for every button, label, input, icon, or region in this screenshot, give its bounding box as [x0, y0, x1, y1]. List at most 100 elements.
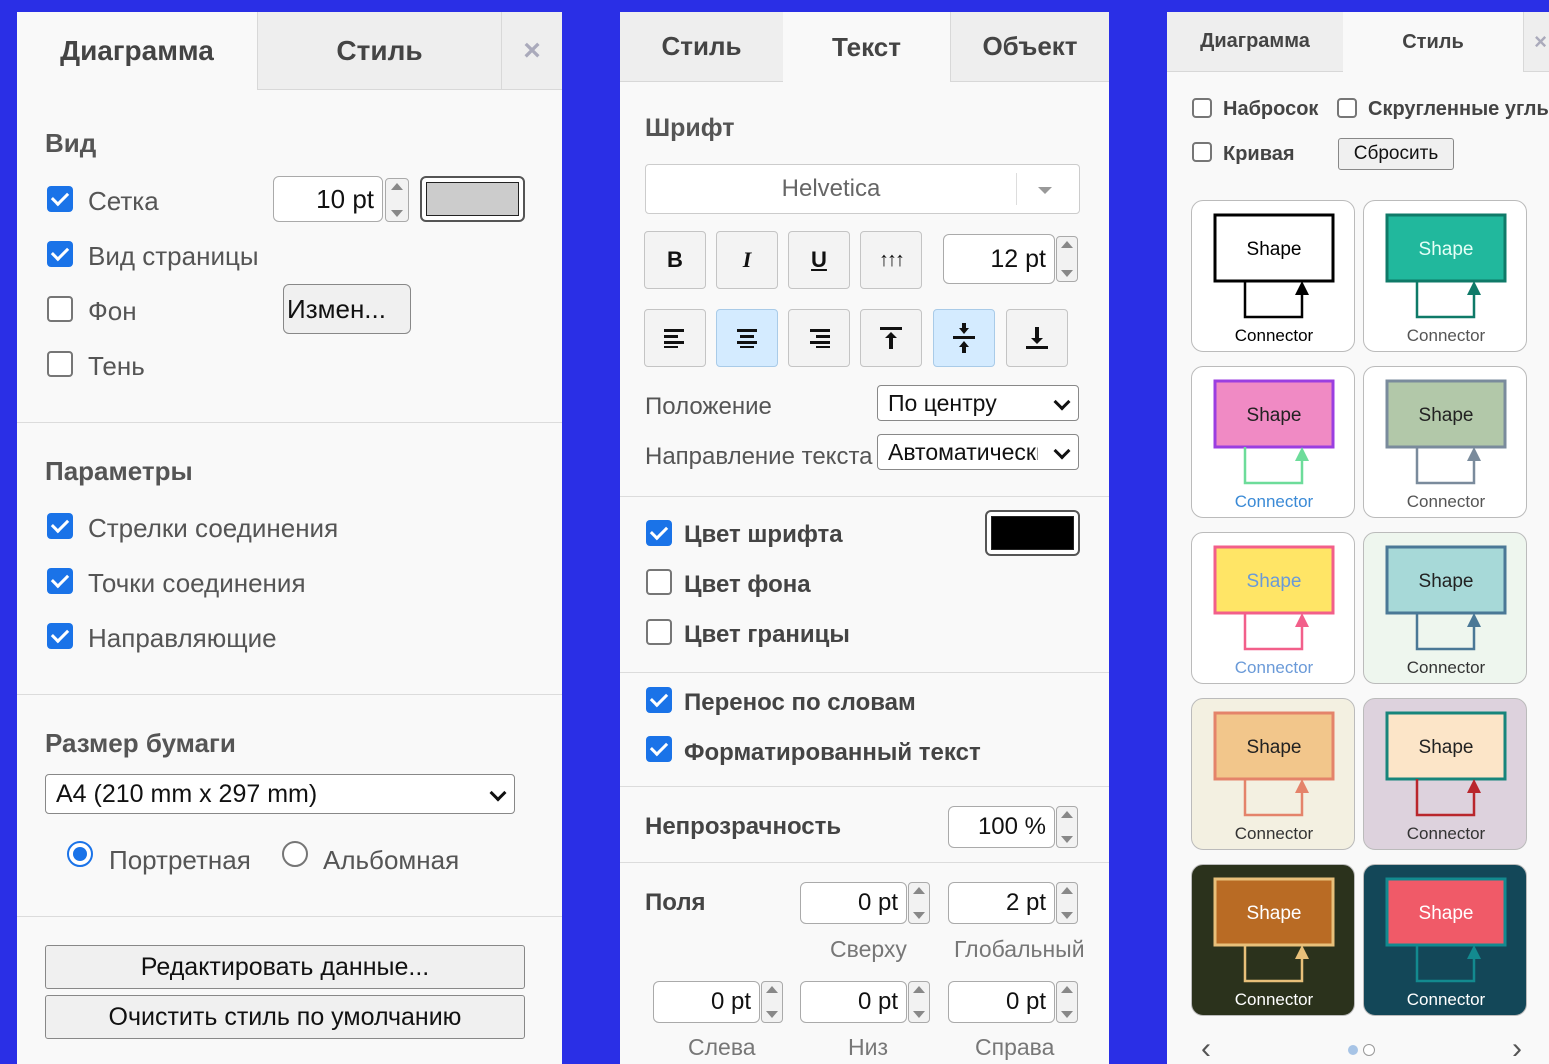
underline-button[interactable]: U	[788, 231, 850, 289]
style-card[interactable]: Shape Connector	[1363, 532, 1527, 684]
portrait-radio[interactable]	[67, 841, 93, 867]
shape-text: Shape	[1247, 405, 1302, 426]
align-center-button[interactable]	[716, 309, 778, 367]
spacing-global-stepper[interactable]	[1056, 882, 1078, 924]
connection-arrows-checkbox[interactable]	[47, 513, 73, 539]
shape-text: Shape	[1419, 903, 1474, 924]
font-size-stepper[interactable]	[1056, 236, 1078, 282]
font-size-input[interactable]: 12 pt	[943, 234, 1055, 284]
style-card[interactable]: Shape Connector	[1191, 366, 1355, 518]
style-card[interactable]: Shape Connector	[1363, 200, 1527, 352]
grid-label: Сетка	[88, 186, 159, 216]
align-left-button[interactable]	[644, 309, 706, 367]
opacity-stepper[interactable]	[1056, 806, 1078, 848]
connector-line	[1415, 779, 1476, 817]
shadow-label: Тень	[88, 351, 145, 381]
border-color-checkbox[interactable]	[646, 619, 672, 645]
tab-style[interactable]: Стиль	[257, 12, 501, 90]
font-color-swatch[interactable]	[985, 510, 1080, 556]
guides-checkbox[interactable]	[47, 623, 73, 649]
tab-object[interactable]: Объект	[950, 12, 1109, 82]
next-page-icon[interactable]: ›	[1512, 1032, 1522, 1064]
opacity-input[interactable]: 100 %	[948, 806, 1055, 848]
word-wrap-checkbox[interactable]	[646, 687, 672, 713]
connection-points-checkbox[interactable]	[47, 568, 73, 594]
italic-button[interactable]: I	[716, 231, 778, 289]
style-preview: Shape Connector	[1385, 545, 1507, 677]
chevron-down-icon	[1053, 442, 1071, 460]
font-color-checkbox[interactable]	[646, 520, 672, 546]
background-checkbox[interactable]	[47, 296, 73, 322]
caret-down-icon[interactable]	[1038, 187, 1052, 201]
page-dot-active[interactable]	[1348, 1045, 1358, 1055]
bg-color-checkbox[interactable]	[646, 569, 672, 595]
landscape-radio[interactable]	[282, 841, 308, 867]
spacing-global-label: Глобальный	[954, 936, 1085, 962]
spacing-left-input[interactable]: 0 pt	[653, 981, 760, 1023]
reset-button[interactable]: Сбросить	[1338, 138, 1454, 170]
spacing-top-stepper[interactable]	[908, 882, 930, 924]
curved-checkbox[interactable]	[1192, 142, 1212, 162]
spacing-right-input[interactable]: 0 pt	[948, 981, 1055, 1023]
tab-text[interactable]: Текст	[783, 12, 950, 82]
close-tab[interactable]: ×	[1523, 12, 1549, 72]
paper-size-select[interactable]: A4 (210 mm x 297 mm)	[45, 774, 515, 814]
connector-text: Connector	[1235, 990, 1314, 1009]
text-direction-select[interactable]: Автоматически	[877, 434, 1079, 470]
align-right-button[interactable]	[788, 309, 850, 367]
arrowhead-icon	[1467, 945, 1481, 959]
close-tab[interactable]: ×	[501, 12, 562, 90]
spacing-top-input[interactable]: 0 pt	[800, 882, 907, 924]
prev-page-icon[interactable]: ‹	[1201, 1032, 1211, 1064]
rounded-checkbox[interactable]	[1337, 98, 1357, 118]
spacing-global-input[interactable]: 2 pt	[948, 882, 1055, 924]
edit-data-button[interactable]: Редактировать данные...	[45, 945, 525, 989]
style-card[interactable]: Shape Connector	[1363, 864, 1527, 1016]
grid-size-input[interactable]: 10 pt	[273, 176, 383, 222]
style-card[interactable]: Shape Connector	[1191, 200, 1355, 352]
sketch-checkbox[interactable]	[1192, 98, 1212, 118]
change-background-button[interactable]: Измен...	[283, 284, 411, 334]
spacing-bottom-input[interactable]: 0 pt	[800, 981, 907, 1023]
connector-text: Connector	[1407, 990, 1486, 1009]
grid-checkbox[interactable]	[47, 186, 73, 212]
page-view-checkbox[interactable]	[47, 241, 73, 267]
position-label: Положение	[645, 393, 772, 420]
bold-button[interactable]: B	[644, 231, 706, 289]
font-family-combo[interactable]: Helvetica	[645, 164, 1080, 214]
grid-size-stepper[interactable]	[385, 178, 409, 222]
close-icon[interactable]: ×	[523, 34, 541, 68]
tab-label: Стиль	[336, 34, 423, 66]
style-card[interactable]: Shape Connector	[1191, 864, 1355, 1016]
arrowhead-icon	[1295, 945, 1309, 959]
style-card[interactable]: Shape Connector	[1191, 698, 1355, 850]
tab-style[interactable]: Стиль	[1343, 12, 1523, 72]
shadow-checkbox[interactable]	[47, 351, 73, 377]
tab-label: Текст	[832, 31, 901, 62]
tab-diagram[interactable]: Диаграмма	[1167, 12, 1343, 72]
page-dot[interactable]	[1363, 1044, 1375, 1056]
spacing-right-label: Справа	[975, 1034, 1055, 1060]
position-select[interactable]: По центру	[877, 385, 1079, 421]
style-card[interactable]: Shape Connector	[1191, 532, 1355, 684]
align-bottom-button[interactable]	[1006, 309, 1068, 367]
text-format-panel: Стиль Текст Объект Шрифт Helvetica B I U…	[620, 12, 1109, 1064]
spacing-bottom-stepper[interactable]	[908, 981, 930, 1023]
grid-color-swatch[interactable]	[420, 176, 525, 222]
formatted-text-checkbox[interactable]	[646, 736, 672, 762]
align-top-button[interactable]	[860, 309, 922, 367]
spacing-right-stepper[interactable]	[1056, 981, 1078, 1023]
clear-default-style-button[interactable]: Очистить стиль по умолчанию	[45, 995, 525, 1039]
spacing-left-stepper[interactable]	[761, 981, 783, 1023]
tab-diagram[interactable]: Диаграмма	[17, 12, 257, 90]
font-family-value: Helvetica	[781, 175, 881, 202]
chevron-down-icon	[1053, 393, 1071, 411]
vertical-text-button[interactable]: ↑↑↑	[860, 231, 922, 289]
align-middle-button[interactable]	[933, 309, 995, 367]
connector-text: Connector	[1407, 658, 1486, 677]
connector-line	[1415, 447, 1476, 485]
close-icon[interactable]: ×	[1534, 29, 1547, 55]
style-card[interactable]: Shape Connector	[1363, 366, 1527, 518]
style-card[interactable]: Shape Connector	[1363, 698, 1527, 850]
tab-style[interactable]: Стиль	[620, 12, 783, 82]
